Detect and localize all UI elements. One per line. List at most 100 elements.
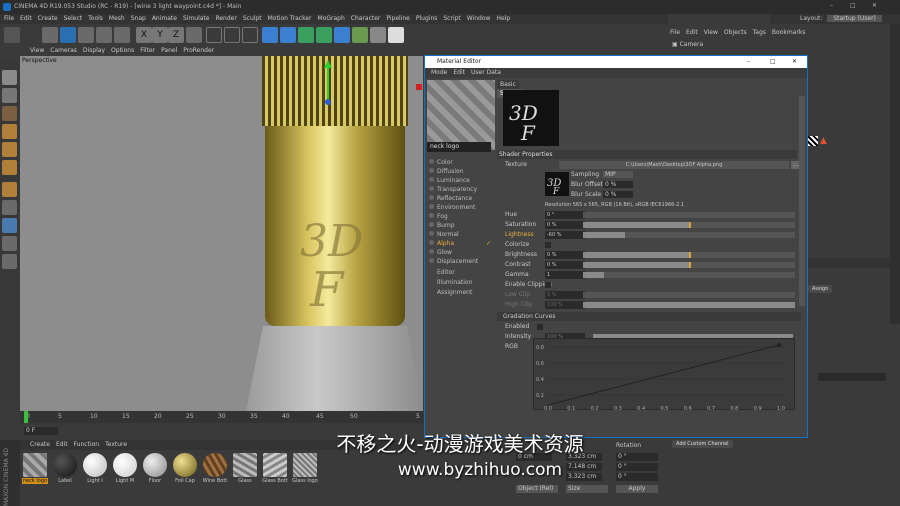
viewport-menu-prorender[interactable]: ProRender: [183, 46, 214, 56]
menu-file[interactable]: File: [4, 14, 14, 24]
cube-icon[interactable]: [262, 27, 278, 43]
channel-illumination[interactable]: Illumination: [429, 278, 495, 287]
minimize-icon[interactable]: –: [830, 2, 833, 9]
om-row-camera[interactable]: ▣ Camera: [672, 40, 812, 49]
editor-maximize-icon[interactable]: □: [770, 56, 776, 68]
menu-edit[interactable]: Edit: [20, 14, 32, 24]
rotation-p-field[interactable]: 0 °: [616, 463, 658, 471]
menu-animate[interactable]: Animate: [152, 14, 177, 24]
camera-icon[interactable]: [370, 27, 386, 43]
make-editable-icon[interactable]: [2, 70, 17, 85]
material-swatch[interactable]: Glass: [232, 452, 258, 488]
subdivision-icon[interactable]: [298, 27, 314, 43]
viewport-menu-filter[interactable]: Filter: [140, 46, 155, 56]
channel-editor[interactable]: Editor: [429, 268, 495, 277]
start-frame-field[interactable]: 0 F: [24, 427, 58, 435]
polygons-mode-icon[interactable]: [2, 160, 17, 175]
size-dropdown[interactable]: Size: [566, 485, 608, 493]
channel-assignment[interactable]: Assignment: [429, 288, 495, 297]
material-menu-texture[interactable]: Texture: [105, 440, 127, 450]
material-swatch[interactable]: Foil Cap: [172, 452, 198, 488]
menu-simulate[interactable]: Simulate: [183, 14, 210, 24]
gradation-curve-graph[interactable]: 0.8 0.6 0.4 0.2 0.0 0.1 0.2 0.3 0.4 0.5 0.6 0.7 0.8 0…: [533, 338, 796, 412]
channel-diffusion[interactable]: Diffusion: [429, 167, 495, 176]
editor-close-icon[interactable]: ✕: [792, 56, 797, 68]
param-slider[interactable]: [583, 212, 795, 218]
render-view-icon[interactable]: [206, 27, 222, 43]
axis-mode-icon[interactable]: [2, 182, 17, 197]
material-preview-large[interactable]: [427, 80, 495, 150]
material-swatch[interactable]: Glass Bott: [262, 452, 288, 488]
menu-tools[interactable]: Tools: [88, 14, 103, 24]
material-name-field[interactable]: neck logo: [427, 142, 491, 152]
tab-basic[interactable]: Basic: [497, 80, 519, 89]
channel-checkbox[interactable]: [429, 240, 434, 245]
param-slider[interactable]: [583, 272, 795, 278]
material-menu-function[interactable]: Function: [74, 440, 100, 450]
curve-svg[interactable]: 0.8 0.6 0.4 0.2 0.0 0.1 0.2 0.3 0.4 0.5 0.6 0.7 0.8 0…: [534, 339, 796, 412]
viewport-menu-options[interactable]: Options: [111, 46, 134, 56]
editor-minimize-icon[interactable]: –: [747, 56, 750, 68]
channel-checkbox[interactable]: [429, 249, 434, 254]
texture-tag-icon[interactable]: [808, 136, 818, 146]
menu-plugins[interactable]: Plugins: [416, 14, 438, 24]
x-axis-icon[interactable]: X: [136, 27, 152, 43]
param-slider[interactable]: [583, 302, 795, 308]
menu-help[interactable]: Help: [496, 14, 510, 24]
channel-reflectance[interactable]: Reflectance: [429, 194, 495, 203]
param-value-field[interactable]: 0 %: [545, 221, 585, 229]
move-icon[interactable]: [60, 27, 76, 43]
channel-checkbox[interactable]: [429, 177, 434, 182]
rotate-icon[interactable]: [96, 27, 112, 43]
channel-normal[interactable]: Normal: [429, 230, 495, 239]
editor-menu-user-data[interactable]: User Data: [471, 68, 501, 78]
points-mode-icon[interactable]: [2, 124, 17, 139]
coordinate-system-icon[interactable]: [186, 27, 202, 43]
om-menu-file[interactable]: File: [670, 28, 680, 38]
om-menu-edit[interactable]: Edit: [686, 28, 698, 38]
channel-checkbox[interactable]: [429, 186, 434, 191]
channel-checkbox[interactable]: [429, 204, 434, 209]
om-menu-objects[interactable]: Objects: [724, 28, 747, 38]
menu-motion-tracker[interactable]: Motion Tracker: [268, 14, 312, 24]
texture-mode-icon[interactable]: [2, 106, 17, 121]
channel-checkbox[interactable]: [429, 222, 434, 227]
curve-line[interactable]: [547, 344, 780, 406]
layout-selector[interactable]: Layout: Startup (User): [770, 14, 900, 24]
editor-menu-edit[interactable]: Edit: [453, 68, 465, 78]
material-swatch[interactable]: Wine Bott: [202, 452, 228, 488]
channel-checkbox[interactable]: [429, 159, 434, 164]
cloner-icon[interactable]: [316, 27, 332, 43]
pen-icon[interactable]: [280, 27, 296, 43]
z-axis-icon[interactable]: Z: [168, 27, 184, 43]
menu-select[interactable]: Select: [64, 14, 83, 24]
maximize-icon[interactable]: □: [850, 2, 856, 9]
param-slider[interactable]: [583, 232, 795, 238]
menu-create[interactable]: Create: [38, 14, 58, 24]
menu-window[interactable]: Window: [467, 14, 491, 24]
blur-scale-field[interactable]: 0 %: [603, 191, 633, 198]
menu-character[interactable]: Character: [351, 14, 381, 24]
floor-icon[interactable]: [352, 27, 368, 43]
channel-environment[interactable]: Environment: [429, 203, 495, 212]
render-picture-viewer-icon[interactable]: [224, 27, 240, 43]
viewport-menu-cameras[interactable]: Cameras: [50, 46, 77, 56]
material-menu-edit[interactable]: Edit: [56, 440, 68, 450]
playhead[interactable]: [24, 411, 28, 423]
param-slider[interactable]: [583, 292, 795, 298]
menu-mograph[interactable]: MoGraph: [318, 14, 345, 24]
recent-tools-icon[interactable]: [114, 27, 130, 43]
menu-pipeline[interactable]: Pipeline: [386, 14, 409, 24]
param-slider[interactable]: [583, 252, 795, 258]
channel-transparency[interactable]: Transparency: [429, 185, 495, 194]
menu-snap[interactable]: Snap: [131, 14, 146, 24]
param-checkbox[interactable]: [545, 282, 551, 288]
channel-checkbox[interactable]: [429, 195, 434, 200]
texture-path-field[interactable]: C:\Users\Mash\Desktop\3DF Alpha.png: [559, 161, 789, 169]
enabled-checkbox[interactable]: [537, 324, 543, 330]
assign-button[interactable]: Assign: [808, 285, 833, 293]
workplane-icon[interactable]: [2, 254, 17, 269]
lock-workplane-icon[interactable]: [2, 236, 17, 251]
channel-bump[interactable]: Bump: [429, 221, 495, 230]
curve-point[interactable]: [777, 343, 781, 347]
